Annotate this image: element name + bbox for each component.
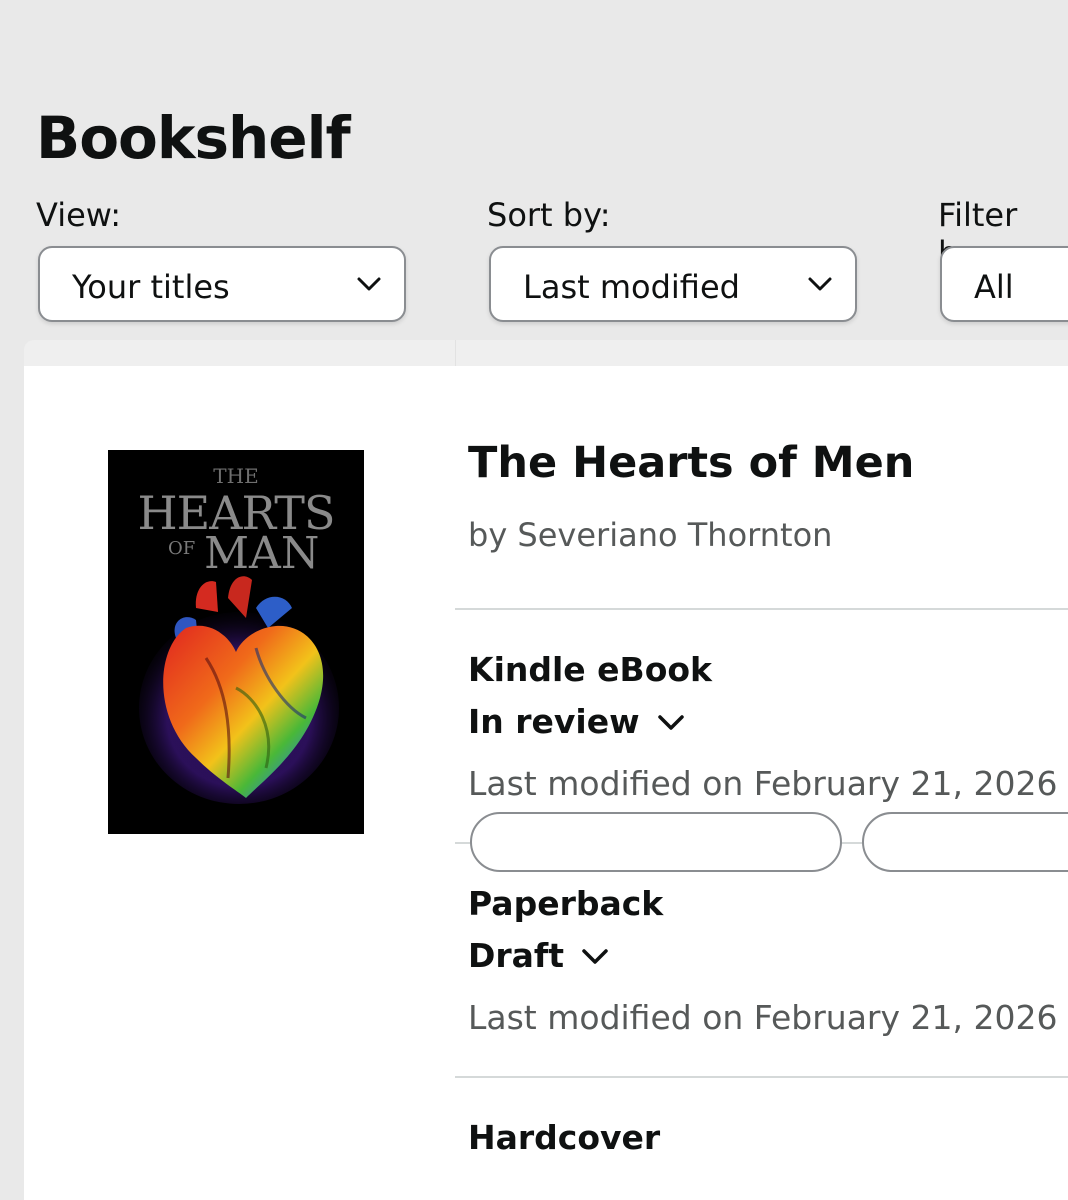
format-modified-paperback: Last modified on February 21, 2026 [468, 998, 1058, 1037]
format-name-kindle: Kindle eBook [468, 650, 713, 689]
heart-illustration-icon [139, 576, 339, 804]
chevron-down-icon [582, 948, 608, 964]
page-title: Bookshelf [36, 104, 351, 172]
format-status-label: In review [468, 702, 640, 741]
divider [455, 1076, 1068, 1078]
cover-title-of: OF [168, 538, 196, 559]
card-top-divider [455, 340, 456, 366]
filter-select-value: All [974, 268, 1014, 306]
chevron-down-icon [657, 714, 684, 730]
format-status-kindle[interactable]: In review [468, 702, 686, 741]
chevron-down-icon [808, 277, 832, 291]
hardcover-secondary-button[interactable] [862, 812, 1068, 872]
sort-select[interactable]: Last modified [489, 246, 857, 322]
format-name-paperback: Paperback [468, 884, 664, 923]
format-modified-kindle: Last modified on February 21, 2026 [468, 764, 1058, 803]
filter-select[interactable]: All [940, 246, 1068, 322]
hardcover-action-button[interactable] [470, 812, 842, 872]
sort-select-value: Last modified [523, 268, 740, 306]
sort-label: Sort by: [487, 196, 611, 234]
book-card: THE HEARTS OF MAN The Hearts of Men by S… [24, 366, 1068, 1200]
book-cover[interactable]: THE HEARTS OF MAN [108, 450, 364, 834]
book-author: by Severiano Thornton [468, 516, 833, 554]
view-select[interactable]: Your titles [38, 246, 406, 322]
book-title[interactable]: The Hearts of Men [468, 438, 914, 488]
view-label: View: [36, 196, 121, 234]
format-status-paperback[interactable]: Draft [468, 936, 610, 975]
chevron-down-icon [357, 277, 381, 291]
cover-title-line1: THE [213, 464, 259, 488]
view-select-value: Your titles [72, 268, 230, 306]
bookshelf-page: Bookshelf View: Your titles Sort by: Las… [0, 0, 1068, 1200]
format-name-hardcover: Hardcover [468, 1118, 661, 1157]
format-status-label: Draft [468, 936, 565, 975]
divider [455, 608, 1068, 610]
card-top-strip [24, 340, 1068, 368]
